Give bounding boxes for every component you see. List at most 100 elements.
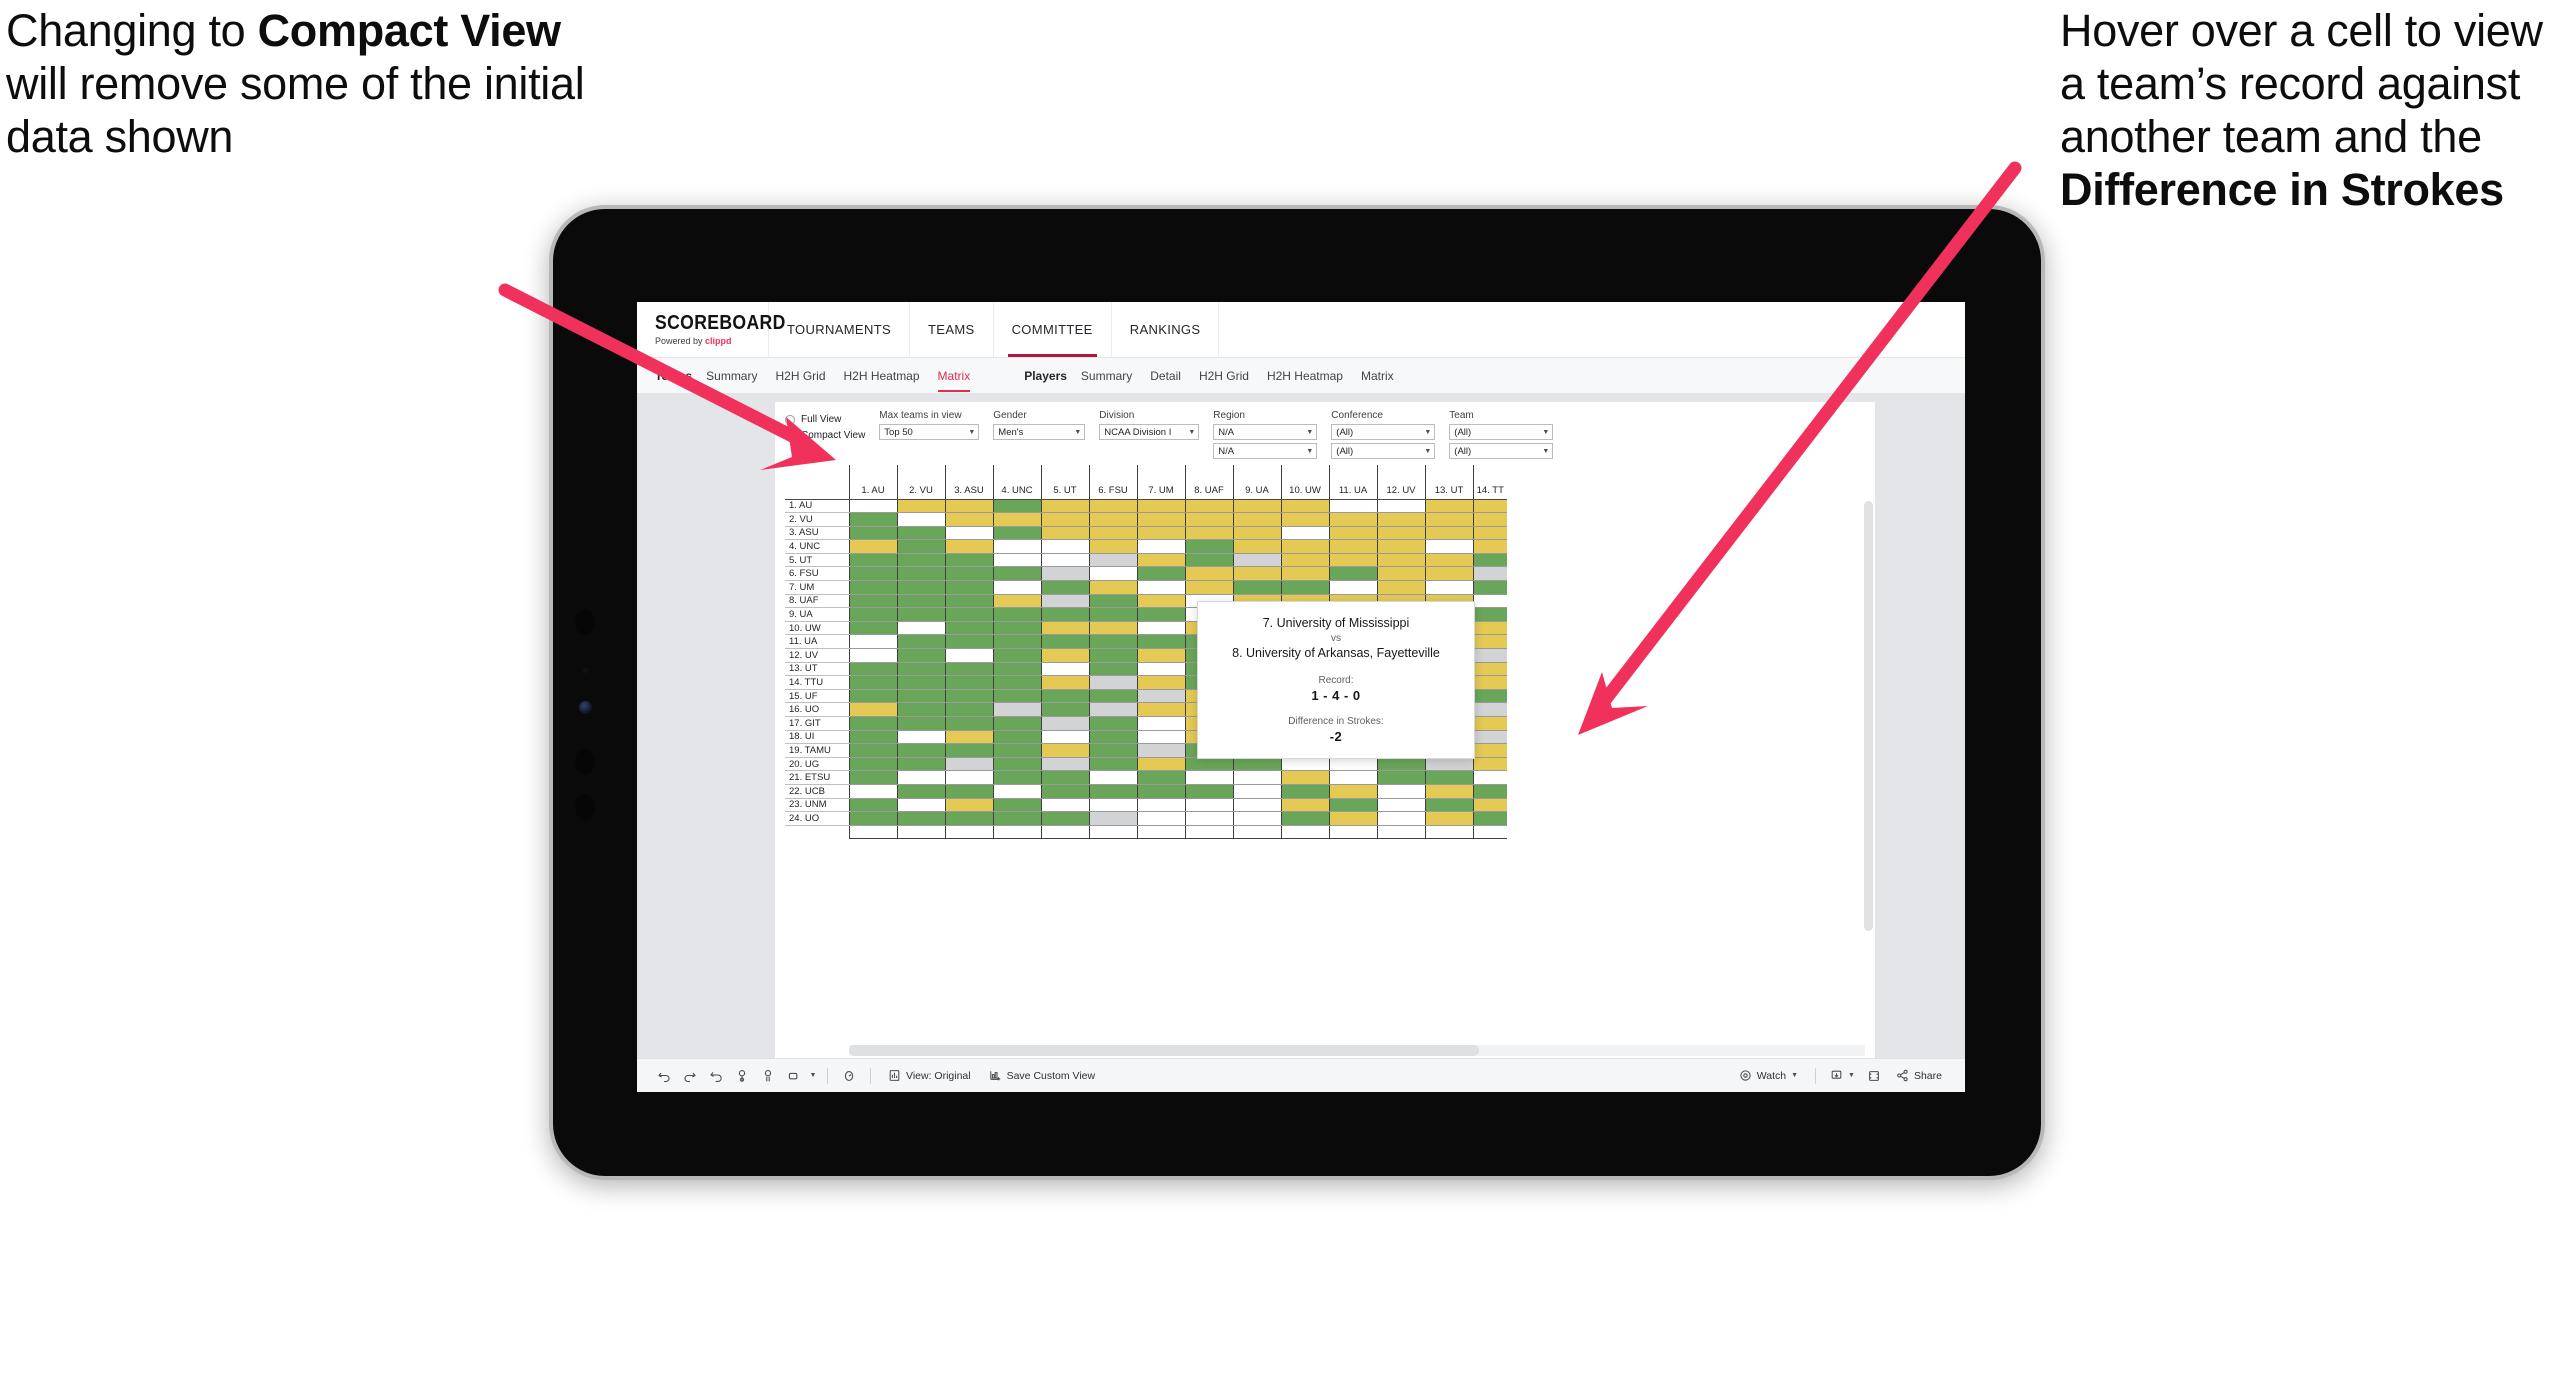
matrix-cell[interactable] (1136, 689, 1185, 704)
radio-compact-view[interactable]: Compact View (785, 430, 865, 441)
matrix-cell[interactable] (1136, 607, 1185, 622)
matrix-cell[interactable] (1184, 539, 1233, 554)
matrix-cell[interactable] (1376, 798, 1425, 813)
matrix-cell[interactable] (944, 702, 993, 717)
filter-team-select-1[interactable]: (All) ▼ (1449, 424, 1554, 440)
matrix-cell[interactable] (1136, 621, 1185, 636)
matrix-cell[interactable] (1136, 662, 1185, 677)
matrix-cell[interactable] (1136, 757, 1185, 772)
matrix-cell[interactable] (1040, 784, 1089, 799)
matrix-cell[interactable] (992, 675, 1041, 690)
undo-icon[interactable] (651, 1059, 677, 1093)
view-original-button[interactable]: View: Original (879, 1059, 980, 1093)
share-button[interactable]: Share (1887, 1059, 1951, 1093)
matrix-cell[interactable] (896, 539, 945, 554)
matrix-cell[interactable] (1472, 757, 1507, 772)
matrix-cell[interactable] (992, 621, 1041, 636)
zoom-tool-icon[interactable] (781, 1059, 807, 1093)
matrix-cell[interactable] (944, 526, 993, 541)
matrix-cell[interactable] (1088, 499, 1137, 514)
matrix-cell[interactable] (1232, 539, 1281, 554)
matrix-cell[interactable] (1472, 689, 1507, 704)
matrix-cell[interactable] (1184, 553, 1233, 568)
subtab-teams-summary[interactable]: Summary (706, 369, 757, 383)
matrix-cell[interactable] (992, 689, 1041, 704)
matrix-cell[interactable] (1136, 526, 1185, 541)
matrix-cell[interactable] (1232, 770, 1281, 785)
matrix-cell[interactable] (992, 648, 1041, 663)
matrix-cell[interactable] (896, 757, 945, 772)
matrix-cell[interactable] (944, 784, 993, 799)
matrix-cell[interactable] (1136, 743, 1185, 758)
matrix-cell[interactable] (1328, 539, 1377, 554)
matrix-cell[interactable] (944, 798, 993, 813)
matrix-cell[interactable] (1040, 621, 1089, 636)
matrix-cell[interactable] (1040, 499, 1089, 514)
matrix-cell[interactable] (1136, 539, 1185, 554)
matrix-cell[interactable] (848, 675, 897, 690)
filter-conference-select-2[interactable]: (All) ▼ (1331, 443, 1436, 459)
matrix-cell[interactable] (944, 607, 993, 622)
matrix-cell[interactable] (1328, 553, 1377, 568)
fullscreen-icon[interactable] (1861, 1059, 1887, 1093)
matrix-cell[interactable] (1040, 634, 1089, 650)
highlight-tool-icon[interactable] (836, 1059, 862, 1093)
horizontal-scrollbar[interactable] (849, 1045, 1865, 1056)
matrix-cell[interactable] (1328, 526, 1377, 541)
matrix-cell[interactable] (1088, 675, 1137, 690)
matrix-cell[interactable] (896, 499, 945, 514)
matrix-cell[interactable] (1472, 499, 1507, 514)
matrix-cell[interactable] (848, 607, 897, 622)
matrix-cell[interactable] (1136, 594, 1185, 609)
matrix-cell[interactable] (1088, 730, 1137, 745)
matrix-cell[interactable] (1184, 770, 1233, 785)
matrix-cell[interactable] (1472, 743, 1507, 758)
matrix-cell[interactable] (1040, 539, 1089, 554)
matrix-cell[interactable] (1280, 539, 1329, 554)
matrix-cell[interactable] (1376, 811, 1425, 826)
radio-compact-view-icon[interactable] (785, 430, 795, 441)
matrix-cell[interactable] (944, 566, 993, 582)
matrix-cell[interactable] (1184, 811, 1233, 826)
matrix-cell[interactable] (1472, 594, 1507, 609)
matrix-cell[interactable] (1088, 798, 1137, 813)
matrix-cell[interactable] (992, 770, 1041, 785)
matrix-cell[interactable] (1040, 607, 1089, 622)
matrix-cell[interactable] (1424, 757, 1473, 772)
matrix-cell[interactable] (944, 662, 993, 677)
subtab-players-h2h-grid[interactable]: H2H Grid (1199, 369, 1249, 383)
matrix-cell[interactable] (1424, 526, 1473, 541)
matrix-cell[interactable] (1472, 784, 1507, 799)
matrix-cell[interactable] (1040, 798, 1089, 813)
matrix-cell[interactable] (848, 526, 897, 541)
matrix-cell[interactable] (1280, 784, 1329, 799)
subtab-teams-matrix[interactable]: Matrix (937, 369, 970, 392)
matrix-cell[interactable] (992, 743, 1041, 758)
matrix-cell[interactable] (1040, 716, 1089, 731)
subtab-players-matrix[interactable]: Matrix (1361, 369, 1394, 383)
matrix-cell[interactable] (992, 784, 1041, 799)
filter-region-select-1[interactable]: N/A ▼ (1213, 424, 1318, 440)
matrix-cell[interactable] (896, 634, 945, 650)
matrix-cell[interactable] (944, 811, 993, 826)
matrix-cell[interactable] (1136, 730, 1185, 745)
radio-full-view-icon[interactable] (785, 414, 795, 425)
matrix-cell[interactable] (1280, 770, 1329, 785)
matrix-cell[interactable] (1232, 580, 1281, 595)
matrix-cell[interactable] (848, 743, 897, 758)
matrix-cell[interactable] (1376, 784, 1425, 799)
matrix-cell[interactable] (944, 757, 993, 772)
matrix-cell[interactable] (1136, 716, 1185, 731)
matrix-cell[interactable] (1040, 526, 1089, 541)
matrix-cell[interactable] (1280, 499, 1329, 514)
matrix-cell[interactable] (1184, 798, 1233, 813)
matrix-cell[interactable] (1088, 512, 1137, 527)
matrix-cell[interactable] (1136, 580, 1185, 595)
matrix-cell[interactable] (1472, 811, 1507, 826)
matrix-cell[interactable] (1328, 499, 1377, 514)
matrix-cell[interactable] (896, 675, 945, 690)
matrix-cell[interactable] (848, 553, 897, 568)
matrix-cell[interactable] (1328, 784, 1377, 799)
matrix-cell[interactable] (944, 730, 993, 745)
matrix-cell[interactable] (848, 757, 897, 772)
